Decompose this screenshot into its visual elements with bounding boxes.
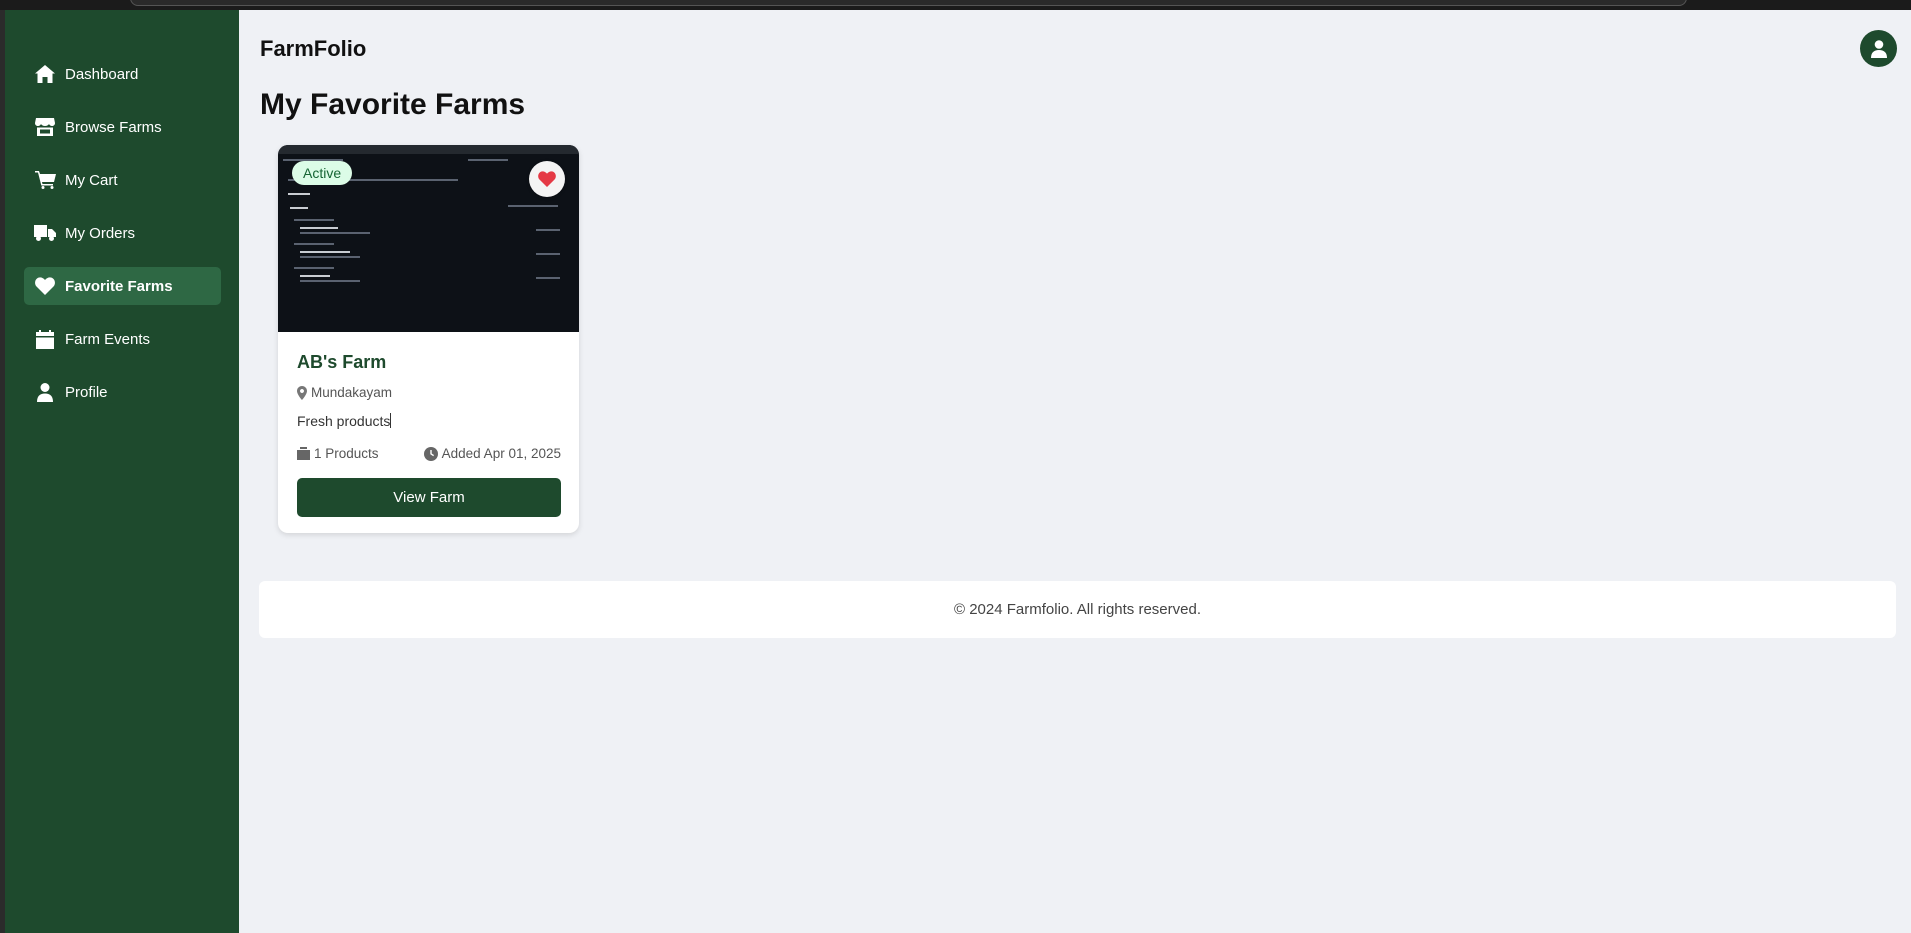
sidebar-item-label: Favorite Farms — [65, 277, 173, 295]
sidebar-item-label: Profile — [65, 383, 108, 401]
sidebar-item-label: My Orders — [65, 224, 136, 242]
sidebar-item-label: Browse Farms — [65, 118, 162, 136]
clock-icon — [423, 446, 438, 461]
user-circle-icon — [1870, 39, 1887, 58]
sidebar-item-farm-events[interactable]: Farm Events — [24, 320, 221, 358]
sidebar-item-my-orders[interactable]: My Orders — [24, 214, 221, 252]
user-avatar-button[interactable] — [1860, 30, 1897, 67]
status-badge: Active — [292, 161, 353, 185]
farm-description: Fresh products — [297, 413, 391, 429]
farm-added-date: Added Apr 01, 2025 — [423, 446, 561, 461]
truck-icon — [34, 223, 56, 243]
heart-icon — [538, 171, 556, 187]
added-date-text: Added Apr 01, 2025 — [441, 446, 561, 461]
page-title: My Favorite Farms — [260, 88, 526, 121]
sidebar-item-dashboard[interactable]: Dashboard — [24, 55, 221, 93]
browser-address-bar — [130, 0, 1687, 6]
footer-copyright: © 2024 Farmfolio. All rights reserved. — [954, 601, 1201, 618]
sidebar-item-label: Farm Events — [65, 330, 151, 348]
sidebar-item-profile[interactable]: Profile — [24, 373, 221, 411]
sidebar-item-browse-farms[interactable]: Browse Farms — [24, 108, 221, 146]
box-icon — [297, 447, 310, 460]
store-icon — [34, 117, 56, 137]
user-icon — [34, 382, 56, 402]
browser-frame-top — [0, 0, 1911, 10]
sidebar-item-label: Dashboard — [65, 65, 139, 83]
sidebar-item-label: My Cart — [65, 171, 118, 189]
sidebar-item-my-cart[interactable]: My Cart — [24, 161, 221, 199]
sidebar-item-favorite-farms[interactable]: Favorite Farms — [24, 267, 221, 305]
farm-card: Active AB's Farm Mundakayam Fresh produc… — [278, 145, 579, 533]
view-farm-button[interactable]: View Farm — [297, 478, 561, 517]
farm-image: Active — [278, 145, 579, 332]
home-icon — [34, 64, 56, 84]
farm-name[interactable]: AB's Farm — [297, 352, 386, 373]
footer: © 2024 Farmfolio. All rights reserved. — [259, 581, 1896, 638]
map-pin-icon — [297, 385, 307, 400]
calendar-icon — [34, 329, 56, 349]
farm-products-count: 1 Products — [297, 446, 379, 461]
products-count-text: 1 Products — [314, 446, 379, 461]
main-content: FarmFolio My Favorite Farms Active AB's … — [239, 10, 1911, 933]
app-root: Dashboard Browse Farms My Cart My Orders… — [5, 10, 1911, 933]
sidebar: Dashboard Browse Farms My Cart My Orders… — [5, 10, 239, 933]
favorite-toggle-button[interactable] — [529, 161, 565, 197]
farm-location-text: Mundakayam — [311, 385, 393, 400]
cart-icon — [34, 170, 56, 190]
brand-logo[interactable]: FarmFolio — [260, 36, 366, 62]
heart-icon — [34, 276, 56, 296]
farm-location: Mundakayam — [297, 385, 392, 400]
